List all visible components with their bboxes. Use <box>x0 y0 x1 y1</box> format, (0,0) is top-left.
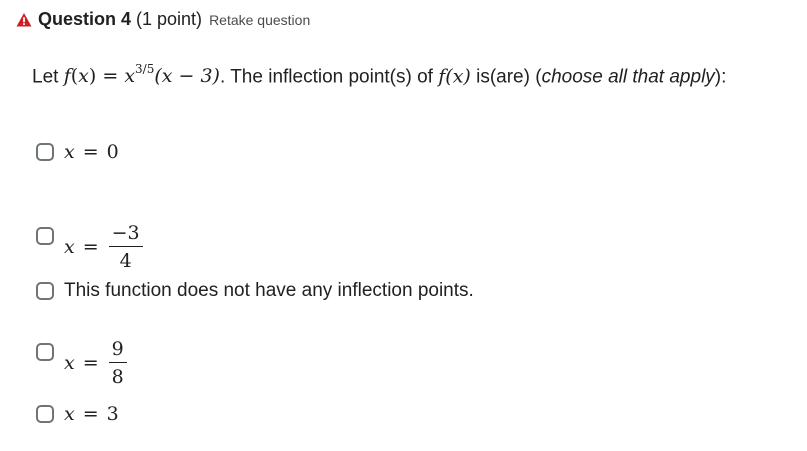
prompt-equals: = <box>96 65 125 88</box>
option-checkbox[interactable] <box>36 405 54 423</box>
option-checkbox[interactable] <box>36 282 54 300</box>
option-x-equals-0[interactable]: x = 0 <box>36 141 119 163</box>
prompt-factor: (x − 3) <box>154 65 220 88</box>
question-header: Question 4 (1 point) Retake question <box>16 9 310 30</box>
prompt-close: ): <box>714 66 727 88</box>
option-math: x = 9 8 <box>64 338 127 388</box>
prompt-fx: f(x) <box>438 65 471 88</box>
option-checkbox[interactable] <box>36 343 54 361</box>
question-prompt: Let f(x) = x3/5(x − 3). The inflection p… <box>32 62 727 88</box>
prompt-x: x <box>78 65 89 88</box>
option-math: x = 0 <box>64 141 119 163</box>
prompt-emphasis: choose all that apply <box>541 66 715 88</box>
denominator: 4 <box>119 250 132 272</box>
option-checkbox[interactable] <box>36 143 54 161</box>
option-math: x = 3 <box>64 403 119 425</box>
option-label: This function does not have any inflecti… <box>64 280 474 301</box>
function-definition: f(x) = x3/5(x − 3) <box>63 62 220 88</box>
option-no-inflection-points[interactable]: This function does not have any inflecti… <box>36 280 474 302</box>
warning-triangle-icon <box>16 12 32 26</box>
option-x-equals-neg-3-over-4[interactable]: x = −3 4 <box>36 200 143 272</box>
prompt-base-x: x <box>124 65 136 88</box>
numerator: −3 <box>108 222 143 247</box>
option-x-equals-3[interactable]: x = 3 <box>36 403 119 425</box>
fraction: −3 4 <box>108 222 143 272</box>
prompt-f: f <box>63 65 71 88</box>
option-checkbox[interactable] <box>36 227 54 245</box>
option-x-equals-9-over-8[interactable]: x = 9 8 <box>36 316 127 388</box>
prompt-tail: is(are) ( <box>470 66 542 88</box>
question-title: Question 4 <box>38 9 132 29</box>
question-points: (1 point) <box>136 9 203 29</box>
retake-question-label: Retake question <box>209 12 311 28</box>
prompt-lead: Let <box>32 66 64 88</box>
option-math: x = −3 4 <box>64 222 143 272</box>
prompt-exponent: 3/5 <box>135 62 155 76</box>
prompt-mid: . The inflection point(s) of <box>219 66 439 88</box>
fraction: 9 8 <box>108 338 127 388</box>
denominator: 8 <box>111 366 124 388</box>
numerator: 9 <box>108 338 127 363</box>
